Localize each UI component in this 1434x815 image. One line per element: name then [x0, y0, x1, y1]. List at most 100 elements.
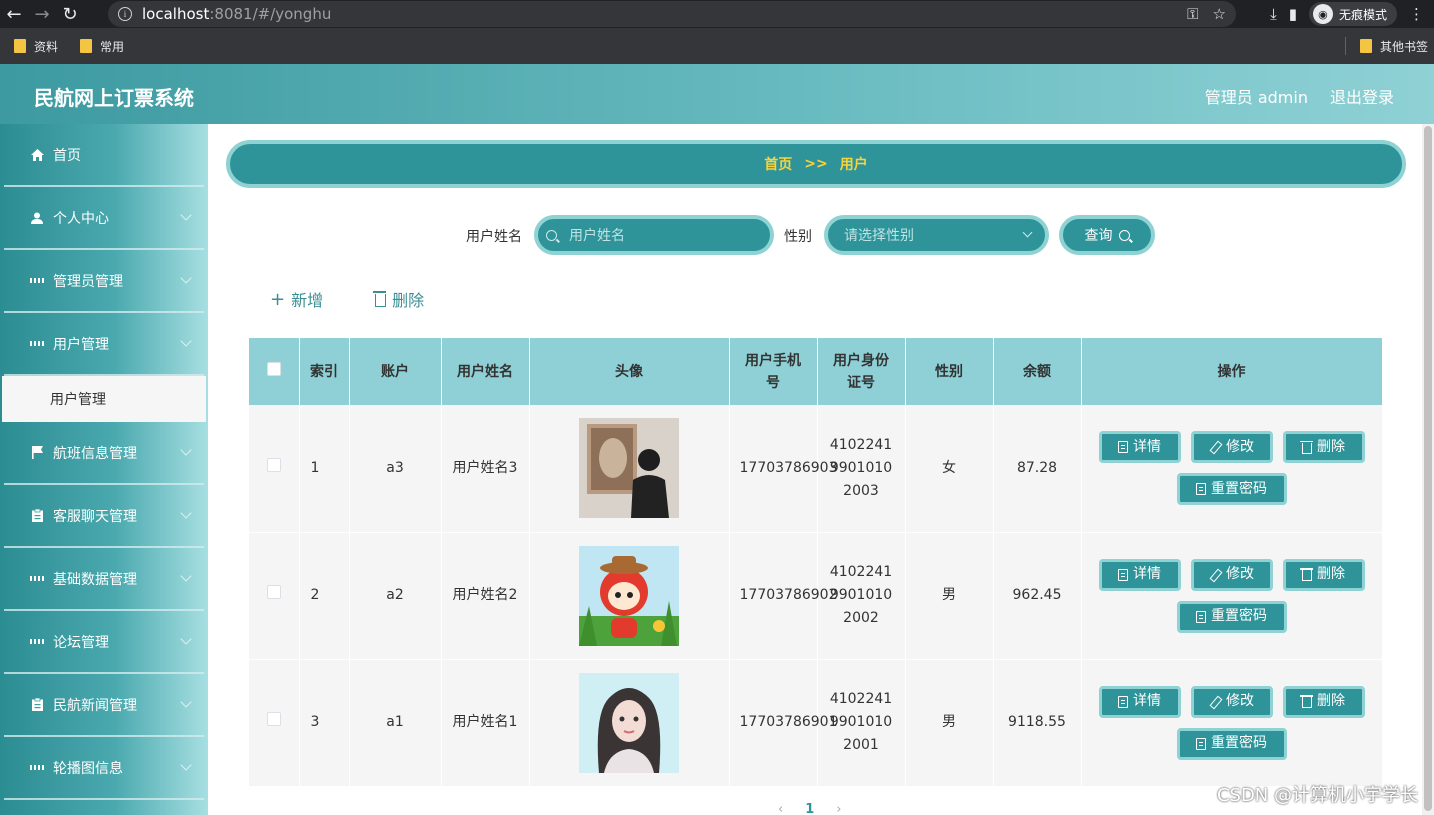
- edit-label: 修改: [1226, 566, 1254, 582]
- select-cell: [249, 532, 300, 660]
- app-header: 民航网上订票系统 管理员 admin 退出登录: [0, 64, 1434, 124]
- vertical-scrollbar[interactable]: [1422, 124, 1434, 815]
- prev-page-button[interactable]: ‹: [778, 802, 783, 815]
- gender-placeholder: 请选择性别: [844, 228, 914, 244]
- breadcrumb-home[interactable]: 首页: [764, 154, 792, 174]
- edit-button[interactable]: 修改: [1190, 431, 1273, 464]
- delete-button[interactable]: 删除: [1282, 431, 1365, 464]
- column-header: 用户手机号: [729, 338, 818, 405]
- edit-icon: [1209, 441, 1221, 453]
- delete-label: 删除: [392, 291, 425, 310]
- users-table: 索引 账户 用户姓名 头像 用户手机号 用户身份证号 性别 余额 操作 1 a3: [249, 338, 1383, 787]
- phone-cell: 17703786902: [729, 532, 837, 660]
- query-button[interactable]: 查询: [1059, 215, 1155, 255]
- select-all-checkbox[interactable]: [266, 361, 281, 376]
- column-header: 用户姓名: [441, 338, 530, 405]
- edit-button[interactable]: 修改: [1190, 685, 1273, 718]
- address-bar[interactable]: i localhost :8081/#/yonghu ⚿ ☆: [108, 1, 1236, 27]
- chevron-down-icon: [1022, 227, 1033, 238]
- bookmark-folder[interactable]: 资料: [14, 38, 58, 55]
- next-page-button[interactable]: ›: [836, 802, 841, 815]
- name-search-input[interactable]: 用户姓名: [534, 215, 774, 255]
- edit-label: 修改: [1226, 438, 1254, 455]
- trash-icon: [1300, 440, 1313, 454]
- document-icon: [1196, 610, 1206, 623]
- id-card-cell: 410224199010102003: [817, 405, 906, 533]
- row-checkbox[interactable]: [266, 585, 281, 599]
- logout-link[interactable]: 退出登录: [1330, 84, 1394, 108]
- reset-password-button[interactable]: 重置密码: [1176, 473, 1287, 506]
- sidebar-item-label: 基础数据管理: [53, 571, 137, 588]
- other-bookmarks[interactable]: 其他书签: [1359, 28, 1428, 64]
- delete-button[interactable]: 删除: [1282, 685, 1365, 718]
- grid-icon: [30, 274, 44, 288]
- bookmark-label: 资料: [34, 39, 59, 54]
- sidepanel-icon[interactable]: ▮: [1289, 5, 1297, 23]
- row-checkbox[interactable]: [266, 712, 281, 726]
- delete-button[interactable]: 删除: [1282, 558, 1365, 591]
- star-icon[interactable]: ☆: [1213, 5, 1226, 23]
- detail-label: 详情: [1133, 438, 1161, 455]
- table-row: 3 a1 用户姓名1 17703786901 41022419901010200…: [249, 659, 1383, 787]
- chevron-down-icon: [180, 507, 192, 519]
- reset-password-button[interactable]: 重置密码: [1176, 600, 1287, 633]
- column-header: 索引: [299, 338, 350, 405]
- sidebar-item-forum[interactable]: 论坛管理: [4, 611, 204, 674]
- sidebar-item-profile[interactable]: 个人中心: [4, 187, 204, 250]
- bulk-delete-button[interactable]: 删除: [373, 287, 425, 311]
- download-icon[interactable]: ⤓: [1270, 5, 1277, 23]
- row-checkbox[interactable]: [266, 457, 281, 472]
- query-label: 查询: [1084, 228, 1113, 244]
- incognito-badge[interactable]: ◉ 无痕模式: [1308, 2, 1397, 26]
- info-icon[interactable]: i: [118, 7, 132, 21]
- sidebar-item-flights[interactable]: 航班信息管理: [4, 422, 204, 485]
- account-cell: a1: [349, 659, 442, 787]
- sidebar-item-news[interactable]: 民航新闻管理: [4, 674, 204, 737]
- edit-icon: [1209, 569, 1221, 581]
- detail-button[interactable]: 详情: [1098, 431, 1181, 464]
- bookmarks-bar: 资料 常用 其他书签: [0, 28, 1434, 64]
- reset-password-button[interactable]: 重置密码: [1176, 727, 1287, 760]
- sidebar-item-carousel[interactable]: 轮播图信息: [4, 737, 204, 800]
- detail-button[interactable]: 详情: [1098, 685, 1181, 718]
- reload-icon[interactable]: ↻: [56, 0, 84, 28]
- folder-icon: [1359, 39, 1372, 53]
- sidebar-item-admin[interactable]: 管理员管理: [4, 250, 204, 313]
- avatar: [579, 672, 679, 773]
- current-page[interactable]: 1: [805, 802, 814, 815]
- account-cell: a3: [349, 405, 442, 533]
- sidebar-item-basedata[interactable]: 基础数据管理: [4, 548, 204, 611]
- menu-icon[interactable]: ⋮: [1409, 5, 1424, 23]
- key-icon[interactable]: ⚿: [1187, 5, 1198, 23]
- bookmark-folder[interactable]: 常用: [80, 38, 124, 55]
- select-cell: [249, 405, 300, 533]
- chevron-down-icon: [180, 759, 192, 771]
- edit-button[interactable]: 修改: [1190, 558, 1273, 591]
- trash-icon: [1300, 568, 1313, 581]
- column-header: 头像: [529, 338, 730, 405]
- sidebar: 首页 个人中心 管理员管理 用户管理 用户管理 航班信息管理 客服聊天管理 基础…: [0, 124, 208, 815]
- select-cell: [249, 659, 300, 787]
- admin-label: 管理员 admin: [1204, 88, 1308, 107]
- sidebar-item-users[interactable]: 用户管理: [4, 313, 204, 376]
- detail-button[interactable]: 详情: [1098, 558, 1181, 591]
- user-icon: [30, 211, 44, 225]
- gender-cell: 女: [905, 405, 994, 533]
- column-header: 操作: [1081, 338, 1383, 405]
- grid-icon: [30, 635, 44, 649]
- sidebar-item-home[interactable]: 首页: [4, 124, 204, 187]
- sidebar-item-chat[interactable]: 客服聊天管理: [4, 485, 204, 548]
- id-card-cell: 410224199010102001: [817, 659, 906, 787]
- add-button[interactable]: + 新增: [270, 287, 323, 311]
- forward-icon[interactable]: →: [28, 0, 56, 28]
- gender-select[interactable]: 请选择性别: [824, 215, 1049, 255]
- sidebar-item-label: 航班信息管理: [53, 445, 137, 462]
- sidebar-subitem-users[interactable]: 用户管理: [2, 376, 206, 422]
- id-card-cell: 410224199010102002: [817, 532, 906, 660]
- column-header: 账户: [349, 338, 442, 405]
- scrollbar-thumb[interactable]: [1424, 126, 1432, 811]
- back-icon[interactable]: ←: [0, 0, 28, 28]
- index-cell: 3: [299, 659, 350, 787]
- detail-label: 详情: [1133, 566, 1161, 582]
- watermark: CSDN @计算机小宇学长: [1216, 785, 1418, 806]
